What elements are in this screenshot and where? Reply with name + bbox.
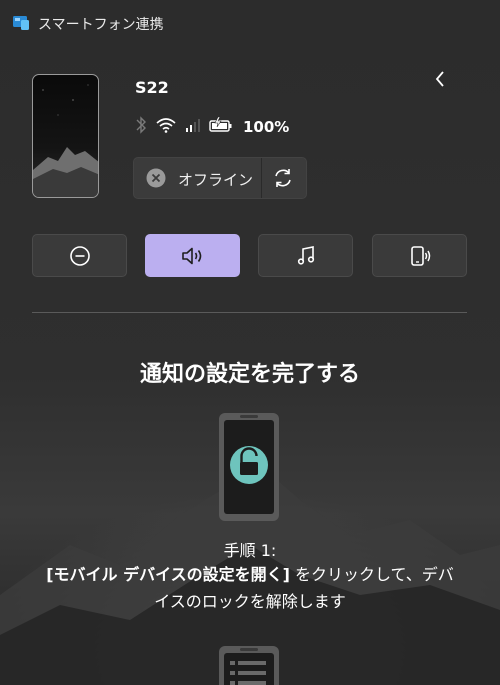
step-description: [モバイル デバイスの設定を開く] をクリックして、デバイスのロックを解除します bbox=[40, 561, 460, 615]
setup-heading: 通知の設定を完了する bbox=[139, 362, 360, 387]
ring-phone-icon bbox=[410, 245, 430, 266]
battery-percentage: 100% bbox=[243, 118, 290, 136]
do-not-disturb-icon bbox=[69, 245, 90, 266]
music-icon bbox=[297, 245, 314, 265]
settings-list-illustration bbox=[219, 646, 279, 685]
offline-x-icon bbox=[146, 168, 166, 188]
volume-button[interactable] bbox=[145, 234, 240, 277]
media-button[interactable] bbox=[258, 234, 353, 277]
app-title: スマートフォン連携 bbox=[38, 17, 164, 33]
phone-unlock-illustration bbox=[219, 413, 279, 521]
device-name: S22 bbox=[135, 78, 169, 97]
do-not-disturb-button[interactable] bbox=[32, 234, 127, 277]
connection-status-label: オフライン bbox=[178, 171, 254, 189]
title-bar: スマートフォン連携 bbox=[0, 0, 500, 48]
device-wallpaper-image bbox=[33, 84, 98, 197]
ring-phone-button[interactable] bbox=[372, 234, 467, 277]
connection-status-box: オフライン bbox=[133, 157, 307, 199]
device-status-row: 100% bbox=[135, 116, 289, 138]
signal-icon bbox=[185, 117, 201, 137]
collapse-button[interactable] bbox=[428, 66, 452, 92]
phone-link-app-icon bbox=[13, 16, 29, 30]
refresh-icon[interactable] bbox=[272, 167, 294, 189]
step-action-name: [モバイル デバイスの設定を開く] bbox=[46, 565, 290, 584]
device-thumbnail bbox=[32, 74, 99, 198]
volume-icon bbox=[181, 247, 201, 264]
wifi-icon bbox=[155, 116, 177, 138]
chevron-left-icon bbox=[435, 71, 444, 87]
step-title: 手順 1: bbox=[223, 541, 277, 560]
connection-divider bbox=[261, 158, 262, 198]
battery-charging-icon bbox=[209, 116, 233, 137]
bluetooth-icon bbox=[135, 115, 147, 139]
section-divider bbox=[32, 312, 467, 313]
